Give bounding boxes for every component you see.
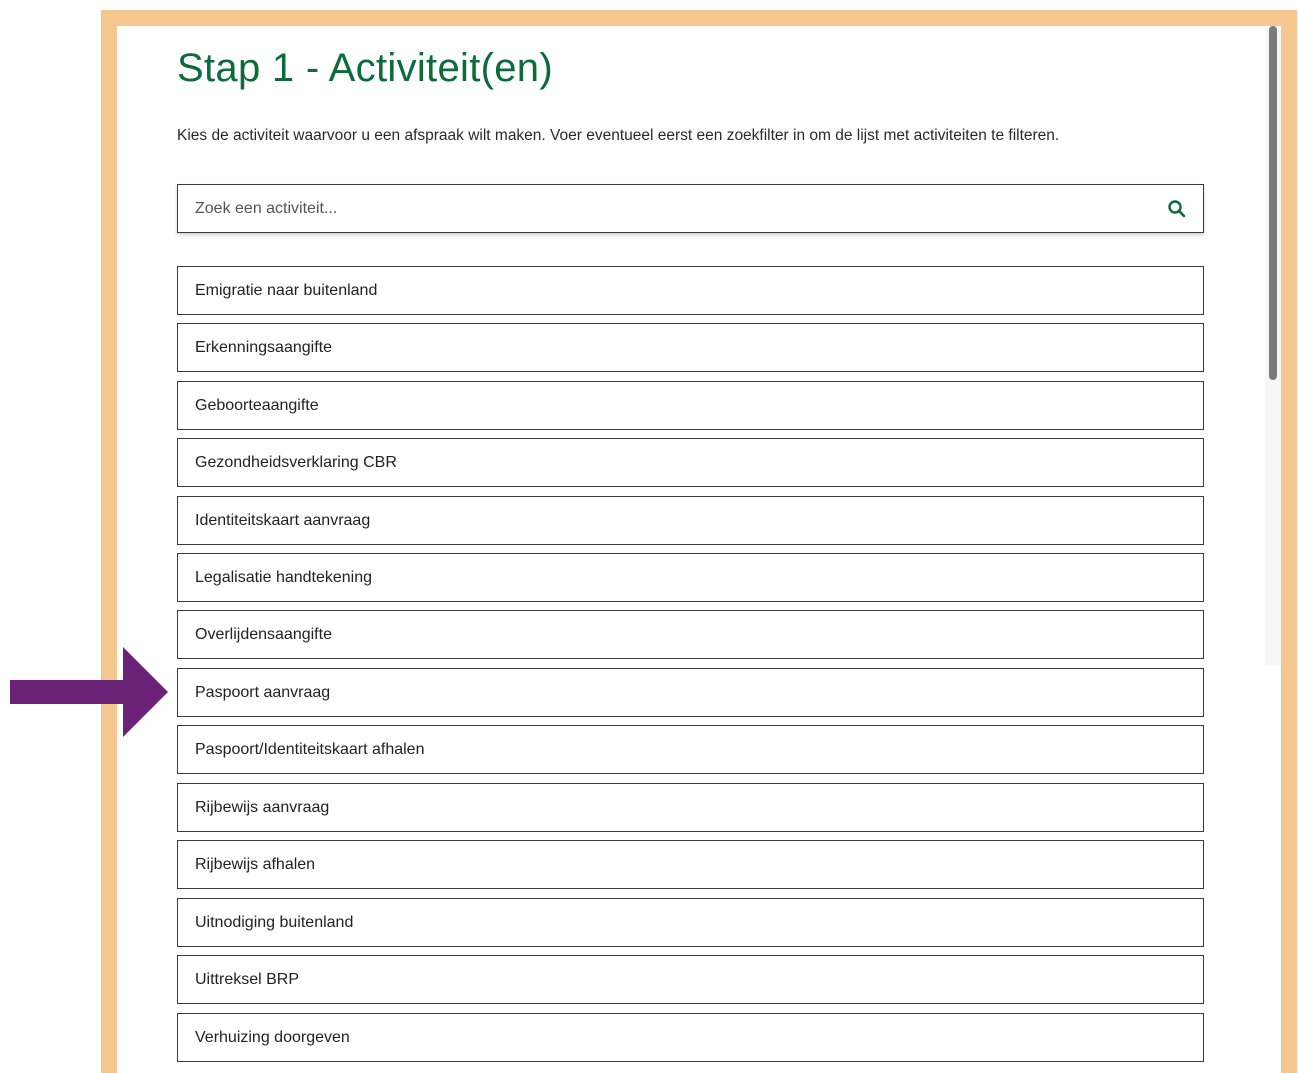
- list-item-emigratie[interactable]: Emigratie naar buitenland: [177, 266, 1204, 315]
- list-item-paspoort-identiteitskaart-afhalen[interactable]: Paspoort/Identiteitskaart afhalen: [177, 725, 1204, 774]
- list-item-overlijdensaangifte[interactable]: Overlijdensaangifte: [177, 610, 1204, 659]
- list-item-verhuizing[interactable]: Verhuizing doorgeven: [177, 1013, 1204, 1062]
- scrollbar-thumb[interactable]: [1269, 26, 1277, 380]
- search-input[interactable]: [178, 185, 1138, 232]
- search-box: [177, 184, 1204, 233]
- search-icon[interactable]: [1167, 199, 1187, 219]
- list-item-uittreksel-brp[interactable]: Uittreksel BRP: [177, 955, 1204, 1004]
- pointer-arrow-icon: [10, 647, 168, 737]
- list-item-geboorteaangifte[interactable]: Geboorteaangifte: [177, 381, 1204, 430]
- list-item-identiteitskaart-aanvraag[interactable]: Identiteitskaart aanvraag: [177, 496, 1204, 545]
- list-item-paspoort-aanvraag[interactable]: Paspoort aanvraag: [177, 668, 1204, 717]
- list-item-legalisatie[interactable]: Legalisatie handtekening: [177, 553, 1204, 602]
- list-item-uitnodiging-buitenland[interactable]: Uitnodiging buitenland: [177, 898, 1204, 947]
- page-title: Stap 1 - Activiteit(en): [177, 46, 553, 90]
- intro-text: Kies de activiteit waarvoor u een afspra…: [177, 127, 1060, 144]
- list-item-erkenningsaangifte[interactable]: Erkenningsaangifte: [177, 323, 1204, 372]
- list-item-rijbewijs-aanvraag[interactable]: Rijbewijs aanvraag: [177, 783, 1204, 832]
- list-item-gezondheidsverklaring[interactable]: Gezondheidsverklaring CBR: [177, 438, 1204, 487]
- list-item-rijbewijs-afhalen[interactable]: Rijbewijs afhalen: [177, 840, 1204, 889]
